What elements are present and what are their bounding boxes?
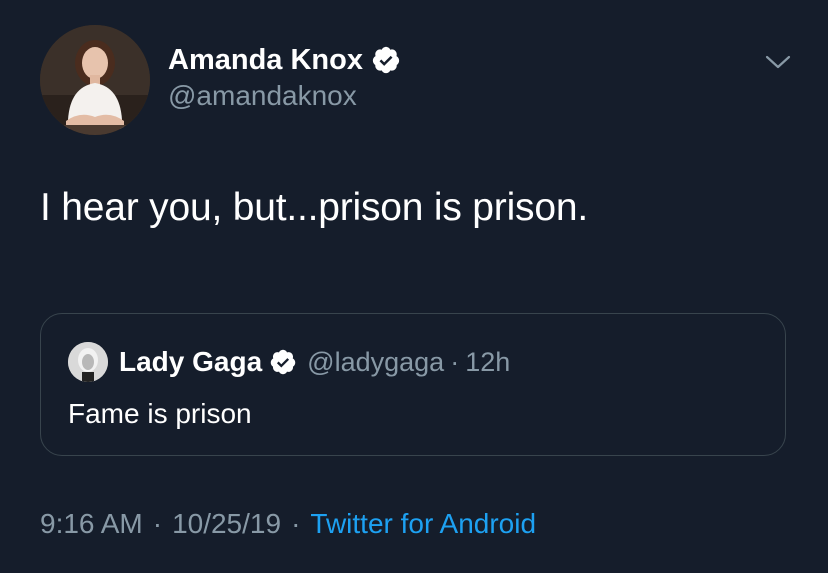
tweet-source-link[interactable]: Twitter for Android bbox=[310, 508, 536, 540]
tweet-meta: 9:16 AM · 10/25/19 · Twitter for Android bbox=[40, 508, 536, 540]
quoted-tweet-time: 12h bbox=[465, 346, 511, 377]
quoted-author-avatar[interactable] bbox=[68, 342, 108, 382]
quoted-author-handle: @ladygaga bbox=[307, 346, 445, 377]
author-avatar[interactable] bbox=[40, 25, 150, 135]
quoted-author-display-name: Lady Gaga bbox=[119, 346, 263, 377]
meta-separator: · bbox=[152, 508, 163, 539]
quoted-tweet[interactable]: Lady Gaga @ladygaga · 12h Fame is prison bbox=[40, 313, 786, 456]
verified-badge-icon bbox=[371, 45, 401, 75]
quoted-tweet-text: Fame is prison bbox=[68, 398, 252, 429]
meta-separator: · bbox=[291, 508, 301, 539]
tweet-card: Amanda Knox @amandaknox I hear you, but.… bbox=[0, 0, 828, 573]
tweet-date: 10/25/19 bbox=[172, 508, 282, 539]
quoted-separator: · bbox=[450, 346, 460, 377]
tweet-text: I hear you, but...prison is prison. bbox=[40, 186, 588, 229]
tweet-time: 9:16 AM bbox=[40, 508, 143, 539]
author-name-row: Amanda Knox bbox=[168, 40, 401, 80]
verified-badge-icon bbox=[269, 348, 297, 376]
quoted-tweet-header: Lady Gaga @ladygaga · 12h bbox=[119, 342, 510, 382]
profile-photo-icon bbox=[68, 342, 108, 382]
author-handle[interactable]: @amandaknox bbox=[168, 80, 357, 112]
chevron-down-icon[interactable] bbox=[764, 52, 792, 72]
author-display-name[interactable]: Amanda Knox bbox=[168, 44, 363, 77]
profile-photo-icon bbox=[40, 25, 150, 135]
